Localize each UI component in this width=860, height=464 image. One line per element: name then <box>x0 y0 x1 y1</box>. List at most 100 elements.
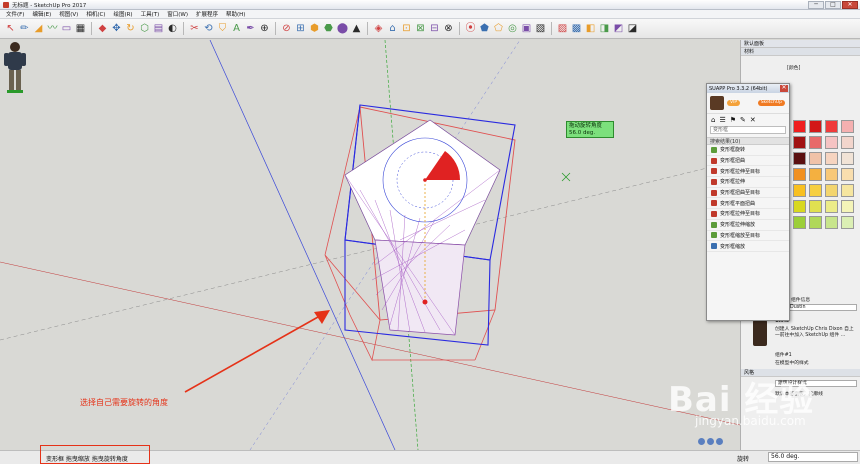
geo-icon[interactable] <box>698 438 705 445</box>
suapp-search-input[interactable]: 变形框 <box>710 126 786 134</box>
flag-icon[interactable]: ⚑ <box>730 116 736 124</box>
toolbar-tool-icon[interactable]: ⬠ <box>492 22 505 36</box>
toolbar-tool-icon[interactable]: ⟲ <box>202 22 215 36</box>
toolbar-tool-icon[interactable]: ⊗ <box>442 22 455 36</box>
material-swatch[interactable] <box>825 120 838 133</box>
menu-file[interactable]: 文件(F) <box>2 10 28 18</box>
menu-window[interactable]: 窗口(W) <box>163 10 192 18</box>
material-swatch[interactable] <box>841 216 854 229</box>
menu-camera[interactable]: 相机(C) <box>82 10 109 18</box>
toolbar-tool-icon[interactable]: ◩ <box>612 22 625 36</box>
toolbar-tool-icon[interactable]: ▦ <box>74 22 87 36</box>
toolbar-tool-icon[interactable]: 〰 <box>46 22 59 36</box>
modeling-viewport[interactable]: 拖动旋转角度 56.0 deg. <box>0 40 740 450</box>
material-swatch[interactable] <box>825 200 838 213</box>
material-swatch[interactable] <box>809 136 822 149</box>
material-swatch[interactable] <box>809 200 822 213</box>
material-swatch[interactable] <box>825 152 838 165</box>
menu-draw[interactable]: 绘图(R) <box>109 10 136 18</box>
credit-icon[interactable] <box>707 438 714 445</box>
edit-icon[interactable]: ✎ <box>740 116 746 124</box>
avatar[interactable] <box>710 96 724 110</box>
plugin-list-item[interactable]: 变形框拉伸 <box>707 177 789 188</box>
plugin-list-item[interactable]: 变形框缩放 <box>707 241 789 252</box>
plugin-list-item[interactable]: 变形框平面扭曲 <box>707 198 789 210</box>
material-swatch[interactable] <box>793 152 806 165</box>
toolbar-tool-icon[interactable]: ◈ <box>372 22 385 36</box>
toolbar-tool-icon[interactable]: ▲ <box>350 22 363 36</box>
toolbar-tool-icon[interactable]: ◢ <box>32 22 45 36</box>
toolbar-tool-icon[interactable]: ⬟ <box>478 22 491 36</box>
toolbar-tool-icon[interactable]: ⊠ <box>414 22 427 36</box>
toolbar-tool-icon[interactable]: ◎ <box>506 22 519 36</box>
material-swatch[interactable] <box>793 120 806 133</box>
plugin-list-item[interactable]: 变形框拉伸至目标 <box>707 209 789 220</box>
toolbar-tool-icon[interactable]: ↖ <box>4 22 17 36</box>
material-swatch[interactable] <box>841 184 854 197</box>
toolbar-tool-icon[interactable]: ⌂ <box>386 22 399 36</box>
menu-view[interactable]: 视图(V) <box>55 10 82 18</box>
menu-edit[interactable]: 编辑(E) <box>28 10 55 18</box>
toolbar-tool-icon[interactable]: ▤ <box>152 22 165 36</box>
material-swatch[interactable] <box>841 120 854 133</box>
toolbar-tool-icon[interactable]: ⬣ <box>322 22 335 36</box>
materials-section[interactable]: 材料 <box>741 48 860 56</box>
material-swatch[interactable] <box>809 184 822 197</box>
material-swatch[interactable] <box>825 216 838 229</box>
toolbar-tool-icon[interactable]: ✏ <box>18 22 31 36</box>
material-swatch[interactable] <box>793 168 806 181</box>
plugin-list-item[interactable]: 变形框扭曲 <box>707 156 789 167</box>
plugin-list-item[interactable]: 变形框缩放至目标 <box>707 231 789 242</box>
user-icon[interactable] <box>716 438 723 445</box>
toolbar-tool-icon[interactable]: ◧ <box>584 22 597 36</box>
material-swatch[interactable] <box>825 136 838 149</box>
minimize-button[interactable]: ─ <box>808 1 824 9</box>
material-swatch[interactable] <box>841 200 854 213</box>
material-swatch[interactable] <box>841 152 854 165</box>
toolbar-tool-icon[interactable]: ◆ <box>96 22 109 36</box>
toolbar-tool-icon[interactable]: ⬤ <box>336 22 349 36</box>
toolbar-tool-icon[interactable]: ⛉ <box>216 22 229 36</box>
vip-badge[interactable]: VIP <box>727 100 741 106</box>
toolbar-tool-icon[interactable]: ▣ <box>520 22 533 36</box>
component-name-field[interactable]: Dustin <box>787 304 857 311</box>
material-swatch[interactable] <box>809 216 822 229</box>
maximize-button[interactable]: □ <box>825 1 841 9</box>
plugin-list-item[interactable]: 变形框拉伸缩放 <box>707 220 789 231</box>
toolbar-tool-icon[interactable]: ⊟ <box>428 22 441 36</box>
material-swatch[interactable] <box>825 168 838 181</box>
toolbar-tool-icon[interactable]: ⊡ <box>400 22 413 36</box>
material-swatch[interactable] <box>809 152 822 165</box>
menu-tools[interactable]: 工具(T) <box>137 10 164 18</box>
home-icon[interactable]: ⌂ <box>711 116 715 124</box>
toolbar-tool-icon[interactable]: ◪ <box>626 22 639 36</box>
toolbar-tool-icon[interactable]: ✂ <box>188 22 201 36</box>
material-swatch[interactable] <box>793 136 806 149</box>
toolbar-tool-icon[interactable]: ↻ <box>124 22 137 36</box>
material-swatch[interactable] <box>809 120 822 133</box>
material-swatch[interactable] <box>841 136 854 149</box>
material-swatch[interactable] <box>793 200 806 213</box>
plugin-list-item[interactable]: 变形框拉伸至目标 <box>707 166 789 178</box>
plugin-list-item[interactable]: 变形框扭曲至目标 <box>707 188 789 199</box>
material-swatch[interactable] <box>809 168 822 181</box>
material-swatch[interactable] <box>841 168 854 181</box>
toolbar-tool-icon[interactable]: ⊘ <box>280 22 293 36</box>
material-swatch[interactable] <box>825 184 838 197</box>
toolbar-tool-icon[interactable]: ▨ <box>556 22 569 36</box>
material-swatch[interactable] <box>793 184 806 197</box>
list-icon[interactable]: ☰ <box>719 116 725 124</box>
toolbar-tool-icon[interactable]: ◐ <box>166 22 179 36</box>
close-icon[interactable]: ✕ <box>750 116 756 124</box>
suapp-close-button[interactable]: ✕ <box>780 85 788 92</box>
toolbar-tool-icon[interactable]: ⬢ <box>308 22 321 36</box>
close-button[interactable]: ✕ <box>842 1 858 9</box>
plugin-list-item[interactable]: 变形框旋转 <box>707 145 789 156</box>
toolbar-tool-icon[interactable]: ✥ <box>110 22 123 36</box>
toolbar-tool-icon[interactable]: ✒ <box>244 22 257 36</box>
toolbar-tool-icon[interactable]: A <box>230 22 243 36</box>
toolbar-tool-icon[interactable]: ⊞ <box>294 22 307 36</box>
toolbar-tool-icon[interactable]: ⊕ <box>258 22 271 36</box>
toolbar-tool-icon[interactable]: ▩ <box>570 22 583 36</box>
toolbar-tool-icon[interactable]: ⦿ <box>464 22 477 36</box>
